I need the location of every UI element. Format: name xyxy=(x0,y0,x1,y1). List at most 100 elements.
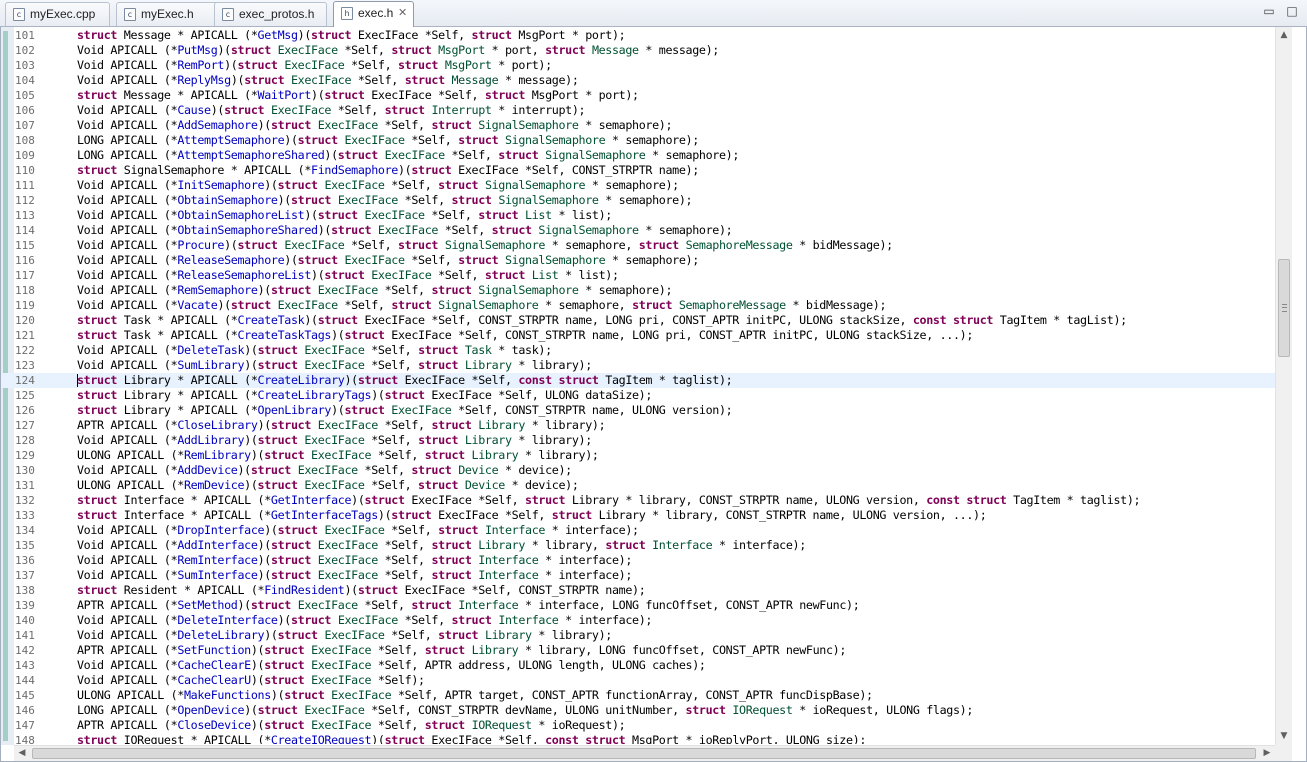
code-text: Void APICALL (*DeleteInterface)(struct E… xyxy=(77,613,653,627)
scroll-grip-icon xyxy=(1282,304,1287,312)
code-line[interactable]: 101 struct Message * APICALL (*GetMsg)(st… xyxy=(1,28,1275,43)
vertical-scroll-thumb[interactable] xyxy=(1278,259,1290,357)
code-text: ULONG APICALL (*RemDevice)(struct ExecIF… xyxy=(77,478,579,492)
editor-tab[interactable]: h exec.h ✕ xyxy=(333,1,414,27)
code-text: Void APICALL (*DeleteLibrary)(struct Exe… xyxy=(77,628,612,642)
code-text: Void APICALL (*AddDevice)(struct ExecIFa… xyxy=(77,463,572,477)
code-line[interactable]: 142 APTR APICALL (*SetFunction)(struct Ex… xyxy=(1,643,1275,658)
line-number: 102 xyxy=(15,44,35,57)
editor-tab[interactable]: c myExec.h xyxy=(116,2,220,26)
code-line[interactable]: 139 APTR APICALL (*SetMethod)(struct Exec… xyxy=(1,598,1275,613)
vertical-scrollbar[interactable]: ▲ ▼ xyxy=(1275,27,1292,745)
code-line[interactable]: 147 APTR APICALL (*CloseDevice)(struct Ex… xyxy=(1,718,1275,733)
code-line[interactable]: 122 Void APICALL (*DeleteTask)(struct Exe… xyxy=(1,343,1275,358)
code-text: struct Task * APICALL (*CreateTask)(stru… xyxy=(77,313,1127,327)
code-line[interactable]: 132 struct Interface * APICALL (*GetInter… xyxy=(1,493,1275,508)
code-text: Void APICALL (*ReplyMsg)(struct ExecIFac… xyxy=(77,73,579,87)
code-line[interactable]: 140 Void APICALL (*DeleteInterface)(struc… xyxy=(1,613,1275,628)
scroll-right-icon[interactable]: ▶ xyxy=(1259,746,1275,761)
code-line[interactable]: 141 Void APICALL (*DeleteLibrary)(struct … xyxy=(1,628,1275,643)
code-text: struct Library * APICALL (*CreateLibrary… xyxy=(77,373,733,387)
code-line[interactable]: 120 struct Task * APICALL (*CreateTask)(s… xyxy=(1,313,1275,328)
code-line[interactable]: 112 Void APICALL (*ObtainSemaphore)(struc… xyxy=(1,193,1275,208)
scroll-left-icon[interactable]: ◀ xyxy=(14,746,30,761)
tab-label: exec.h xyxy=(358,6,394,20)
code-line[interactable]: 117 Void APICALL (*ReleaseSemaphoreList)(… xyxy=(1,268,1275,283)
line-number: 129 xyxy=(15,449,35,462)
code-line[interactable]: 118 Void APICALL (*RemSemaphore)(struct E… xyxy=(1,283,1275,298)
code-text: Void APICALL (*DeleteTask)(struct ExecIF… xyxy=(77,343,552,357)
code-line[interactable]: 135 Void APICALL (*AddInterface)(struct E… xyxy=(1,538,1275,553)
line-number: 123 xyxy=(15,359,35,372)
line-number: 124 xyxy=(15,374,35,387)
code-line[interactable]: 110 struct SignalSemaphore * APICALL (*Fi… xyxy=(1,163,1275,178)
code-text: struct Interface * APICALL (*GetInterfac… xyxy=(77,493,1141,507)
code-text: Void APICALL (*InitSemaphore)(struct Exe… xyxy=(77,178,679,192)
code-line[interactable]: 136 Void APICALL (*RemInterface)(struct E… xyxy=(1,553,1275,568)
editor-tab[interactable]: c exec_protos.h xyxy=(214,2,327,26)
code-area[interactable]: 101 struct Message * APICALL (*GetMsg)(st… xyxy=(1,28,1275,744)
code-text: Void APICALL (*ObtainSemaphore)(struct E… xyxy=(77,193,693,207)
code-line[interactable]: 129 ULONG APICALL (*RemLibrary)(struct Ex… xyxy=(1,448,1275,463)
code-line[interactable]: 121 struct Task * APICALL (*CreateTaskTag… xyxy=(1,328,1275,343)
code-text: Void APICALL (*AddSemaphore)(struct Exec… xyxy=(77,118,673,132)
code-line[interactable]: 138 struct Resident * APICALL (*FindResid… xyxy=(1,583,1275,598)
code-text: struct Resident * APICALL (*FindResident… xyxy=(77,583,646,597)
code-line[interactable]: 143 Void APICALL (*CacheClearE)(struct Ex… xyxy=(1,658,1275,673)
code-line[interactable]: 103 Void APICALL (*RemPort)(struct ExecIF… xyxy=(1,58,1275,73)
code-line[interactable]: 134 Void APICALL (*DropInterface)(struct … xyxy=(1,523,1275,538)
code-line[interactable]: 127 APTR APICALL (*CloseLibrary)(struct E… xyxy=(1,418,1275,433)
c-header-file-icon: c xyxy=(222,8,234,21)
line-number: 114 xyxy=(15,224,35,237)
line-number: 125 xyxy=(15,389,35,402)
close-tab-icon[interactable]: ✕ xyxy=(398,2,407,24)
line-number: 105 xyxy=(15,89,35,102)
scroll-down-icon[interactable]: ▼ xyxy=(1276,728,1292,745)
minimize-icon[interactable]: ▭ xyxy=(1263,5,1275,17)
scroll-up-icon[interactable]: ▲ xyxy=(1276,27,1292,44)
code-line[interactable]: 119 Void APICALL (*Vacate)(struct ExecIFa… xyxy=(1,298,1275,313)
code-line[interactable]: 144 Void APICALL (*CacheClearU)(struct Ex… xyxy=(1,673,1275,688)
line-number: 107 xyxy=(15,119,35,132)
line-number: 128 xyxy=(15,434,35,447)
line-number: 116 xyxy=(15,254,35,267)
code-line[interactable]: 114 Void APICALL (*ObtainSemaphoreShared)… xyxy=(1,223,1275,238)
tab-label: myExec.h xyxy=(141,7,194,21)
code-line[interactable]: 133 struct Interface * APICALL (*GetInter… xyxy=(1,508,1275,523)
horizontal-scrollbar[interactable]: ◀ ▶ xyxy=(14,745,1276,761)
code-editor[interactable]: 101 struct Message * APICALL (*GetMsg)(st… xyxy=(0,27,1307,762)
code-line[interactable]: 105 struct Message * APICALL (*WaitPort)(… xyxy=(1,88,1275,103)
c-header-file-icon: c xyxy=(124,8,136,21)
code-line[interactable]: 111 Void APICALL (*InitSemaphore)(struct … xyxy=(1,178,1275,193)
code-line[interactable]: 116 Void APICALL (*ReleaseSemaphore)(stru… xyxy=(1,253,1275,268)
code-text: struct Message * APICALL (*GetMsg)(struc… xyxy=(77,28,626,42)
code-line[interactable]: 125 struct Library * APICALL (*CreateLibr… xyxy=(1,388,1275,403)
code-line[interactable]: 130 Void APICALL (*AddDevice)(struct Exec… xyxy=(1,463,1275,478)
code-line[interactable]: 128 Void APICALL (*AddLibrary)(struct Exe… xyxy=(1,433,1275,448)
code-line[interactable]: 131 ULONG APICALL (*RemDevice)(struct Exe… xyxy=(1,478,1275,493)
code-line[interactable]: 109 LONG APICALL (*AttemptSemaphoreShared… xyxy=(1,148,1275,163)
code-line[interactable]: 113 Void APICALL (*ObtainSemaphoreList)(s… xyxy=(1,208,1275,223)
code-line[interactable]: 104 Void APICALL (*ReplyMsg)(struct ExecI… xyxy=(1,73,1275,88)
code-line[interactable]: 123 Void APICALL (*SumLibrary)(struct Exe… xyxy=(1,358,1275,373)
line-number: 104 xyxy=(15,74,35,87)
line-number: 148 xyxy=(15,734,35,744)
code-line[interactable]: 148 struct IORequest * APICALL (*CreateIO… xyxy=(1,733,1275,744)
code-text: Void APICALL (*RemSemaphore)(struct Exec… xyxy=(77,283,673,297)
code-line[interactable]: 137 Void APICALL (*SumInterface)(struct E… xyxy=(1,568,1275,583)
maximize-icon[interactable]: □ xyxy=(1286,5,1298,17)
code-line[interactable]: 146 LONG APICALL (*OpenDevice)(struct Exe… xyxy=(1,703,1275,718)
code-line[interactable]: 145 ULONG APICALL (*MakeFunctions)(struct… xyxy=(1,688,1275,703)
code-line[interactable]: 108 LONG APICALL (*AttemptSemaphore)(stru… xyxy=(1,133,1275,148)
line-number: 127 xyxy=(15,419,35,432)
code-line[interactable]: 115 Void APICALL (*Procure)(struct ExecIF… xyxy=(1,238,1275,253)
code-line[interactable]: 124 struct Library * APICALL (*CreateLibr… xyxy=(1,373,1275,388)
code-line[interactable]: 102 Void APICALL (*PutMsg)(struct ExecIFa… xyxy=(1,43,1275,58)
code-line[interactable]: 106 Void APICALL (*Cause)(struct ExecIFac… xyxy=(1,103,1275,118)
code-line[interactable]: 126 struct Library * APICALL (*OpenLibrar… xyxy=(1,403,1275,418)
code-line[interactable]: 107 Void APICALL (*AddSemaphore)(struct E… xyxy=(1,118,1275,133)
editor-tab[interactable]: c myExec.cpp xyxy=(5,2,110,26)
line-number: 139 xyxy=(15,599,35,612)
code-text: struct IORequest * APICALL (*CreateIOReq… xyxy=(77,733,867,744)
horizontal-scroll-thumb[interactable] xyxy=(32,748,1256,759)
